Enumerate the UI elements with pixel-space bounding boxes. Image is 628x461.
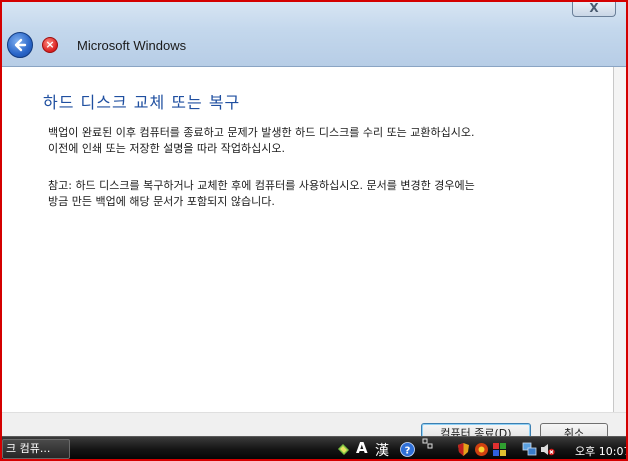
back-arrow-icon <box>14 38 27 52</box>
close-button[interactable]: X <box>572 1 616 17</box>
note-line: 참고: 하드 디스크를 복구하거나 교체한 후에 컴퓨터를 사용하십시오. 문서… <box>48 179 475 192</box>
shield-icon[interactable] <box>456 442 471 457</box>
note-line: 방금 만든 백업에 해당 문서가 포함되지 않습니다. <box>48 195 275 208</box>
taskbar-item[interactable]: 크 컴퓨... <box>2 439 70 459</box>
instruction-line: 이전에 인쇄 또는 저장한 설명을 따라 작업하십시오. <box>48 142 285 155</box>
hanja-indicator[interactable]: 漢 <box>375 440 389 459</box>
help-icon[interactable]: ? <box>400 442 415 457</box>
close-icon: X <box>589 1 599 15</box>
dialog-content: 하드 디스크 교체 또는 복구 백업이 완료된 이후 컴퓨터를 종료하고 문제가… <box>2 67 626 412</box>
svg-text:?: ? <box>405 446 411 457</box>
window-title: Microsoft Windows <box>77 38 187 53</box>
error-icon: × <box>42 37 58 53</box>
note-text: 참고: 하드 디스크를 복구하거나 교체한 후에 컴퓨터를 사용하십시오. 문서… <box>48 178 475 210</box>
network-icon[interactable] <box>522 442 537 457</box>
language-a-indicator[interactable]: A <box>356 439 368 457</box>
page-title: 하드 디스크 교체 또는 복구 <box>43 93 241 112</box>
app-grid-icon[interactable] <box>492 442 507 457</box>
volume-muted-icon[interactable] <box>540 442 555 457</box>
button-bar: 컴퓨터 종료(D) 취소 <box>2 412 626 445</box>
back-button[interactable] <box>7 32 33 58</box>
instruction-text: 백업이 완료된 이후 컴퓨터를 종료하고 문제가 발생한 하드 디스크를 수리 … <box>48 125 475 157</box>
instruction-line: 백업이 완료된 이후 컴퓨터를 종료하고 문제가 발생한 하드 디스크를 수리 … <box>48 126 475 139</box>
taskbar: 크 컴퓨... A 漢 ? 오후 10:07 <box>2 436 626 459</box>
ime-tool-icon[interactable] <box>336 442 351 457</box>
system-tray: A 漢 ? 오후 10:07 <box>332 437 626 459</box>
clock[interactable]: 오후 10:07 <box>575 443 626 459</box>
tray-expand-icon[interactable] <box>422 438 434 450</box>
dialog-frame: X × Microsoft Windows 하드 디스크 교체 또는 복구 백업… <box>0 0 628 461</box>
window-right-edge <box>613 67 626 412</box>
security-app-icon[interactable] <box>474 442 489 457</box>
title-bar: X × Microsoft Windows <box>2 2 626 67</box>
